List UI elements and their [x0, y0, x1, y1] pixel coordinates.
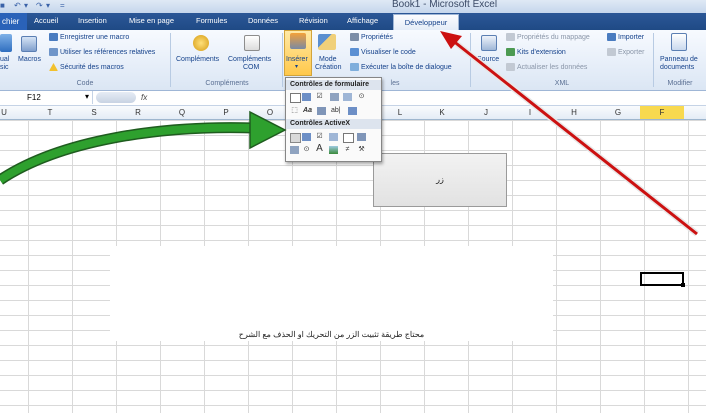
annotation-arrows: [0, 31, 699, 237]
red-arrow: [440, 31, 699, 237]
green-arrow: [0, 110, 287, 185]
